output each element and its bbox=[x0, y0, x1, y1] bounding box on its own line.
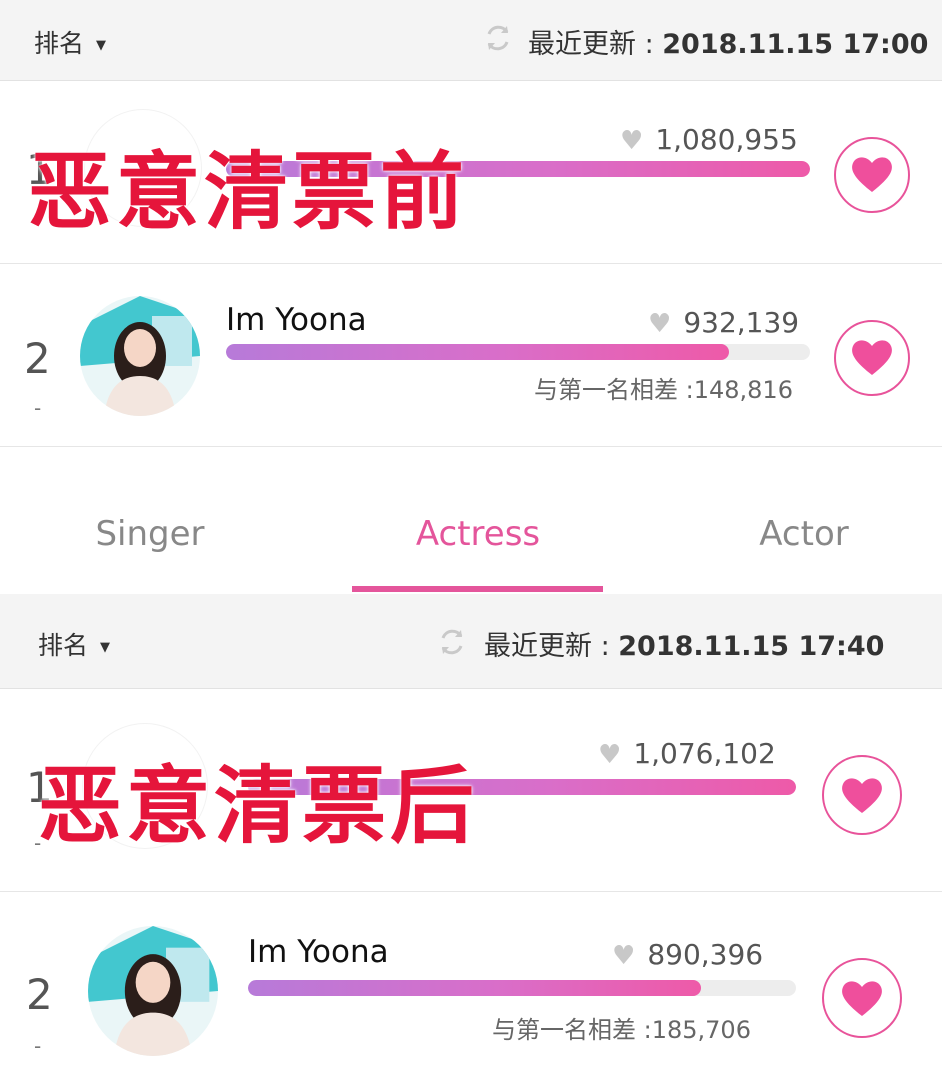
last-updated: 最近更新 : 2018.11.15 17:00 bbox=[528, 22, 928, 61]
vote-count-value: 932,139 bbox=[683, 306, 800, 339]
ranking-row[interactable]: 2 - Im Yoona ♥ 890,396 与第一名相差 :185,706 bbox=[0, 892, 942, 1080]
refresh-icon[interactable] bbox=[480, 20, 516, 56]
vote-count: ♥ 1,076,102 bbox=[598, 737, 776, 770]
tab-actress[interactable]: Actress bbox=[388, 514, 568, 554]
tab-singer[interactable]: Singer bbox=[60, 514, 240, 554]
sort-dropdown[interactable]: 排名 ▼ bbox=[34, 24, 106, 60]
refresh-icon[interactable] bbox=[434, 624, 470, 660]
rank-number: 2 bbox=[24, 334, 51, 383]
rank-number: 2 bbox=[26, 970, 53, 1019]
last-updated-time: 2018.11.15 17:00 bbox=[662, 29, 929, 60]
last-updated-label: 最近更新 : bbox=[484, 631, 619, 662]
vote-count: ♥ 1,080,955 bbox=[620, 123, 798, 156]
vote-button[interactable] bbox=[822, 958, 902, 1038]
ranking-row[interactable]: 1 - ♥ 1,076,102 恶意清票后 bbox=[0, 689, 942, 892]
sort-dropdown[interactable]: 排名 ▼ bbox=[38, 626, 110, 662]
heart-small-icon: ♥ bbox=[598, 740, 622, 770]
vote-button[interactable] bbox=[834, 137, 910, 213]
vote-progress bbox=[248, 980, 796, 996]
gap-to-first: 与第一名相差 :148,816 bbox=[534, 376, 793, 404]
vote-count-value: 1,076,102 bbox=[633, 737, 776, 770]
heart-small-icon: ♥ bbox=[620, 126, 644, 156]
ranking-header-top: 排名 ▼ 最近更新 : 2018.11.15 17:00 bbox=[0, 0, 942, 81]
chevron-down-icon: ▼ bbox=[100, 639, 111, 655]
vote-progress bbox=[226, 344, 810, 360]
vote-progress-fill bbox=[248, 980, 702, 996]
heart-icon bbox=[842, 981, 882, 1016]
gap-to-first: 与第一名相差 :185,706 bbox=[492, 1016, 751, 1044]
active-tab-indicator bbox=[352, 586, 603, 592]
last-updated: 最近更新 : 2018.11.15 17:40 bbox=[484, 624, 884, 663]
vote-count-value: 890,396 bbox=[647, 938, 764, 971]
overlay-caption-after: 恶意清票后 bbox=[38, 757, 479, 855]
avatar bbox=[88, 926, 218, 1056]
ranking-row[interactable]: 1 - ♥ 1,080,955 恶意清票前 bbox=[0, 81, 942, 264]
vote-count-value: 1,080,955 bbox=[655, 123, 798, 156]
vote-button[interactable] bbox=[834, 320, 910, 396]
rank-change: - bbox=[34, 396, 42, 420]
vote-button[interactable] bbox=[822, 755, 902, 835]
artist-name: Im Yoona bbox=[248, 934, 389, 970]
artist-name: Im Yoona bbox=[226, 302, 367, 338]
ranking-header-bottom: 排名 ▼ 最近更新 : 2018.11.15 17:40 bbox=[0, 594, 942, 689]
heart-icon bbox=[842, 778, 882, 813]
last-updated-label: 最近更新 : bbox=[528, 29, 663, 60]
avatar bbox=[80, 296, 200, 416]
heart-small-icon: ♥ bbox=[612, 941, 636, 971]
overlay-caption-before: 恶意清票前 bbox=[28, 143, 469, 241]
chevron-down-icon: ▼ bbox=[96, 37, 107, 53]
vote-count: ♥ 932,139 bbox=[648, 306, 799, 339]
ranking-row[interactable]: 2 - Im Yoona ♥ 932,139 与第一名相差 :148,816 bbox=[0, 264, 942, 447]
sort-label: 排名 bbox=[34, 29, 85, 58]
last-updated-time: 2018.11.15 17:40 bbox=[618, 631, 885, 662]
heart-icon bbox=[852, 157, 892, 192]
category-tabs: Singer Actress Actor bbox=[0, 478, 942, 592]
heart-small-icon: ♥ bbox=[648, 309, 672, 339]
tab-actor[interactable]: Actor bbox=[714, 514, 894, 554]
rank-change: - bbox=[34, 1034, 42, 1058]
vote-progress-fill bbox=[226, 344, 730, 360]
vote-count: ♥ 890,396 bbox=[612, 938, 763, 971]
heart-icon bbox=[852, 340, 892, 375]
sort-label: 排名 bbox=[38, 631, 89, 660]
